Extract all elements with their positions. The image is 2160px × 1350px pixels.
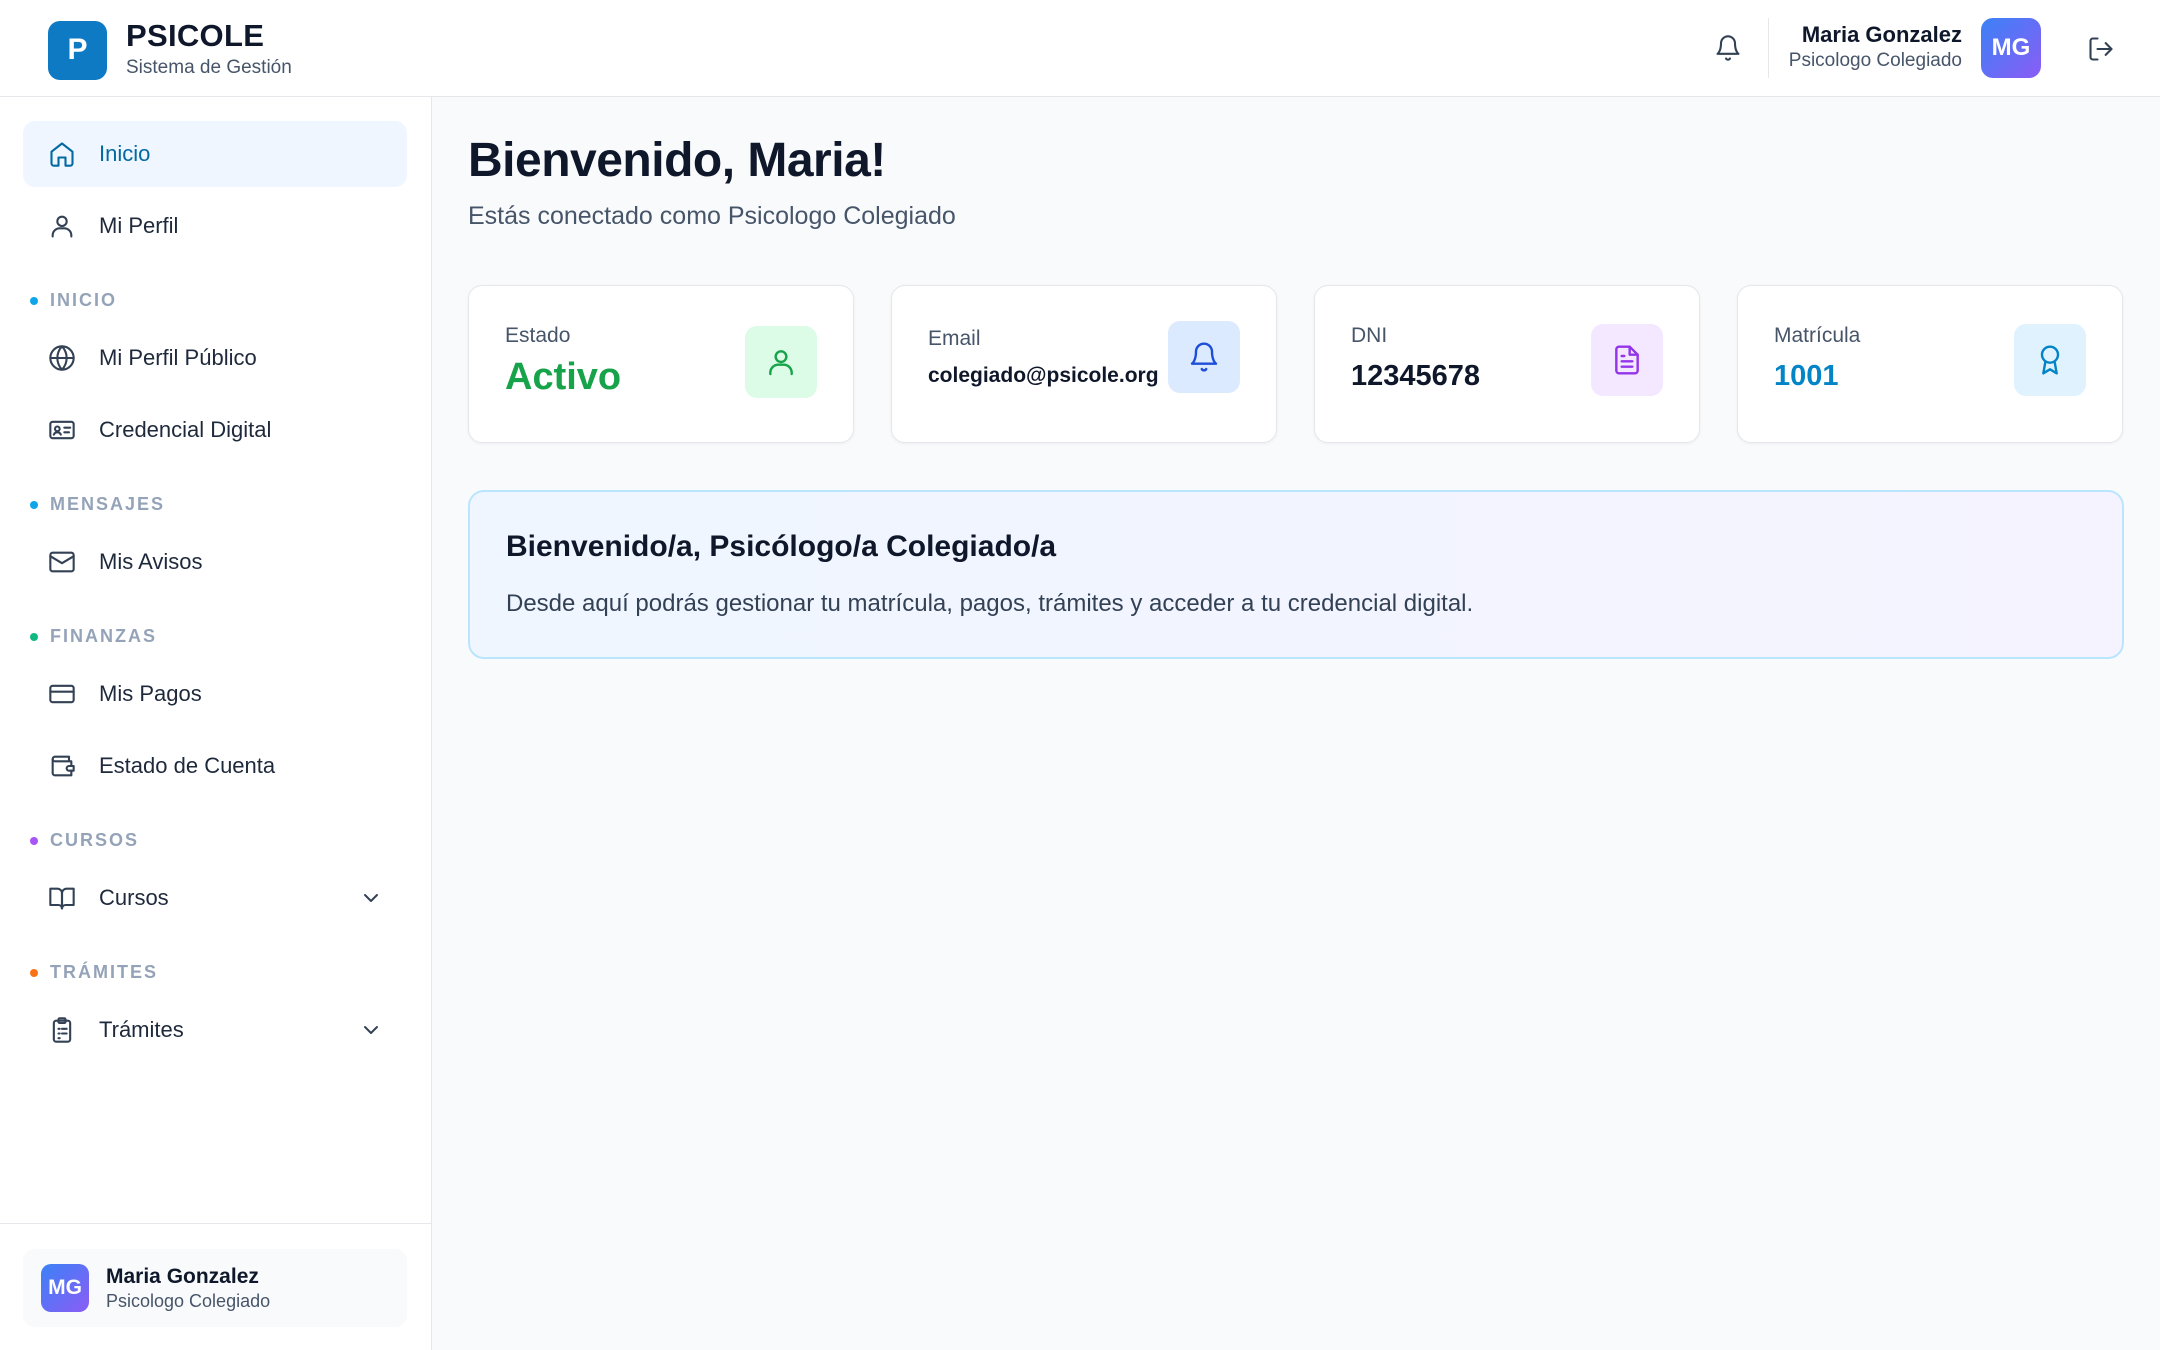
sidebar-item-label: Mis Avisos (99, 549, 203, 574)
sidebar-item-label: Inicio (99, 141, 151, 166)
header-divider (1768, 18, 1769, 78)
sidebar-item-label: Estado de Cuenta (99, 753, 276, 778)
section-dot (30, 632, 38, 641)
sidebar-item-mis-pagos[interactable]: Mis Pagos (23, 661, 407, 727)
stat-label: DNI (1351, 324, 1388, 347)
section-label-text: FINANZAS (50, 626, 157, 646)
section-label-finanzas: FINANZAS (30, 626, 157, 647)
sidebar-item-mi-perfil[interactable]: Mi Perfil (23, 193, 407, 259)
section-dot (30, 296, 38, 305)
brand-title: PSICOLE (126, 18, 265, 53)
sidebar-item-label: Trámites (99, 1017, 184, 1042)
award-icon (2014, 324, 2086, 396)
section-label-tramites: TRÁMITES (30, 962, 158, 983)
sidebar-user-role: Psicologo Colegiado (106, 1291, 271, 1311)
header-user-info: Maria Gonzalez Psicologo Colegiado (1789, 21, 1962, 73)
book-icon (47, 883, 77, 913)
id-card-icon (47, 415, 77, 445)
section-dot (30, 500, 38, 509)
notifications-button[interactable] (1709, 29, 1747, 67)
stat-value: Activo (505, 356, 622, 398)
sidebar-footer: MG Maria Gonzalez Psicologo Colegiado (0, 1223, 431, 1350)
sidebar-item-label: Mi Perfil (99, 213, 179, 238)
sidebar-user-card[interactable]: MG Maria Gonzalez Psicologo Colegiado (23, 1249, 407, 1327)
section-label-text: TRÁMITES (50, 962, 158, 982)
file-text-icon (1591, 324, 1663, 396)
wallet-icon (47, 751, 77, 781)
brand[interactable]: P PSICOLE Sistema de Gestión (48, 19, 292, 81)
avatar: MG (41, 1264, 89, 1312)
section-label-inicio: INICIO (30, 290, 117, 311)
section-label-text: MENSAJES (50, 494, 166, 514)
globe-icon (47, 343, 77, 373)
home-icon (47, 139, 77, 169)
sidebar-item-label: Credencial Digital (99, 417, 272, 442)
user-icon (47, 211, 77, 241)
section-label-cursos: CURSOS (30, 830, 139, 851)
credit-card-icon (47, 679, 77, 709)
sidebar-item-mis-avisos[interactable]: Mis Avisos (23, 529, 407, 595)
brand-logo: P (48, 20, 107, 80)
sidebar-item-inicio[interactable]: Inicio (23, 121, 407, 187)
banner-title: Bienvenido/a, Psicólogo/a Colegiado/a (506, 530, 1057, 563)
main-content: Bienvenido, Maria! Estás conectado como … (433, 97, 2160, 1350)
clipboard-icon (47, 1015, 77, 1045)
sidebar-item-perfil-publico[interactable]: Mi Perfil Público (23, 325, 407, 391)
section-label-mensajes: MENSAJES (30, 494, 165, 515)
stat-label: Estado (505, 324, 571, 347)
page-subtitle: Estás conectado como Psicologo Colegiado (468, 202, 956, 230)
bell-icon (1168, 321, 1240, 393)
header-user-name: Maria Gonzalez (1801, 22, 1962, 47)
stat-label: Email (928, 327, 981, 350)
user-icon (745, 326, 817, 398)
section-label-text: INICIO (50, 290, 118, 310)
section-dot (30, 836, 38, 845)
logout-icon (2089, 37, 2113, 61)
chevron-down-icon (364, 894, 378, 902)
sidebar-item-label: Cursos (99, 885, 169, 910)
stat-card-matricula: Matrícula 1001 (1737, 285, 2123, 443)
logout-button[interactable] (2082, 30, 2120, 68)
chevron-down-icon (364, 1026, 378, 1034)
sidebar-item-label: Mi Perfil Público (99, 345, 257, 370)
sidebar-item-tramites[interactable]: Trámites (23, 997, 407, 1063)
stat-label: Matrícula (1774, 324, 1861, 347)
brand-subtitle: Sistema de Gestión (126, 57, 292, 78)
section-label-text: CURSOS (50, 830, 140, 850)
header-user-role: Psicologo Colegiado (1788, 50, 1962, 71)
sidebar-item-credencial[interactable]: Credencial Digital (23, 397, 407, 463)
stat-value: 12345678 (1351, 360, 1481, 392)
stat-value: colegiado@psicole.org (928, 364, 1159, 387)
bell-icon (1716, 35, 1740, 61)
sidebar-item-label: Mis Pagos (99, 681, 202, 706)
top-header: P PSICOLE Sistema de Gestión Maria Gonza… (0, 0, 2160, 97)
stat-card-dni: DNI 12345678 (1314, 285, 1700, 443)
sidebar-item-estado-cuenta[interactable]: Estado de Cuenta (23, 733, 407, 799)
stat-card-estado: Estado Activo (468, 285, 854, 443)
banner-text: Desde aquí podrás gestionar tu matrícula… (506, 590, 1474, 617)
section-dot (30, 968, 38, 977)
avatar[interactable]: MG (1981, 18, 2041, 78)
welcome-banner: Bienvenido/a, Psicólogo/a Colegiado/a De… (468, 490, 2124, 659)
page-title: Bienvenido, Maria! (468, 134, 886, 187)
sidebar: Inicio Mi Perfil INICIO Mi Perfil Públic… (0, 97, 432, 1350)
mail-icon (47, 547, 77, 577)
stat-card-email: Email colegiado@psicole.org (891, 285, 1277, 443)
sidebar-user-name: Maria Gonzalez (106, 1265, 259, 1288)
stat-value: 1001 (1774, 360, 1839, 392)
sidebar-item-cursos[interactable]: Cursos (23, 865, 407, 931)
